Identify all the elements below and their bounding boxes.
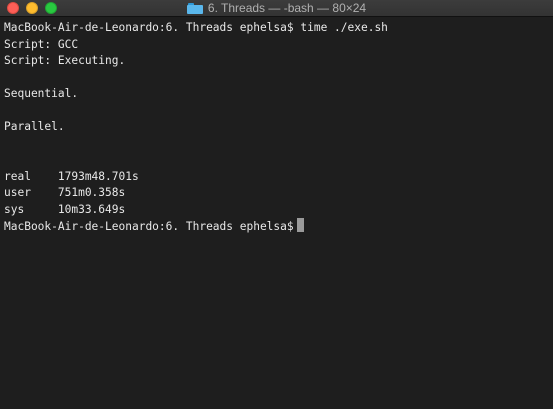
folder-icon (186, 2, 203, 14)
scrollbar[interactable] (547, 17, 553, 409)
terminal-line: real 1793m48.701s (4, 169, 139, 183)
terminal-line: sys 10m33.649s (4, 202, 126, 216)
terminal-line: user 751m0.358s (4, 186, 126, 199)
terminal-line: Script: GCC (4, 37, 79, 51)
terminal-line: Parallel. (4, 120, 65, 133)
shell-prompt: MacBook-Air-de-Leonardo:6. Threads ephel… (4, 220, 294, 233)
terminal-line: Sequential. (4, 87, 79, 100)
title-bar[interactable]: 6. Threads — -bash — 80×24 (0, 0, 553, 17)
terminal-line: MacBook-Air-de-Leonardo:6. Threads ephel… (4, 21, 388, 34)
prompt-line[interactable]: MacBook-Air-de-Leonardo:6. Threads ephel… (4, 218, 549, 235)
terminal-window: 6. Threads — -bash — 80×24 MacBook-Air-d… (0, 0, 553, 409)
window-title: 6. Threads — -bash — 80×24 (0, 0, 553, 16)
window-title-text: 6. Threads — -bash — 80×24 (207, 1, 367, 15)
terminal-output[interactable]: MacBook-Air-de-Leonardo:6. Threads ephel… (4, 20, 549, 409)
text-cursor (296, 218, 304, 232)
terminal-line: Script: Executing. (4, 54, 126, 67)
